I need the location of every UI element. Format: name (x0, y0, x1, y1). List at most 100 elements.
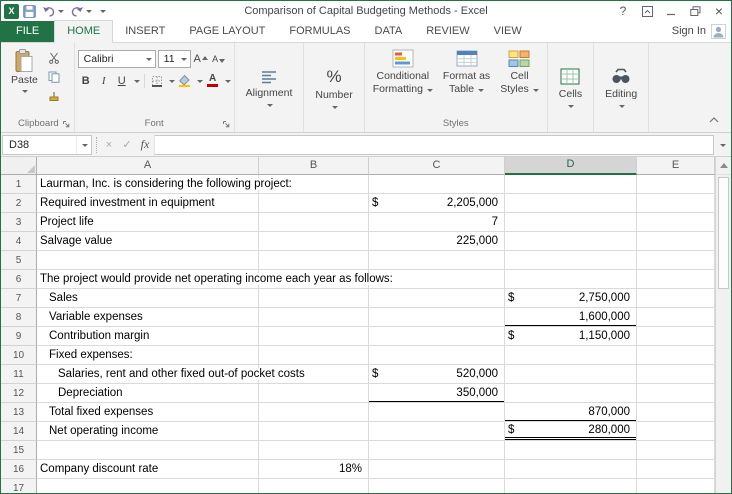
cell-A8[interactable]: Variable expenses (37, 308, 259, 327)
select-all-button[interactable] (1, 157, 37, 175)
font-color-dropdown-arrow[interactable] (224, 79, 231, 86)
font-family-select[interactable]: Calibri (77, 50, 156, 68)
cell-B8[interactable] (259, 308, 369, 327)
cell-C3[interactable]: 7 (369, 213, 505, 232)
cell-C13[interactable] (369, 403, 505, 422)
column-header-D[interactable]: D (505, 157, 637, 175)
cell-C16[interactable] (369, 460, 505, 479)
cell-E14[interactable] (637, 422, 715, 441)
cell-E6[interactable] (637, 270, 715, 289)
cell-E1[interactable] (637, 175, 715, 194)
redo-button[interactable] (68, 5, 94, 18)
cell-C11[interactable]: $520,000 (369, 365, 505, 384)
borders-dropdown-arrow[interactable] (168, 79, 175, 86)
row-header-17[interactable]: 17 (1, 479, 37, 493)
cell-B15[interactable] (259, 441, 369, 460)
cell-D4[interactable] (505, 232, 637, 251)
cell-A7[interactable]: Sales (37, 289, 259, 308)
cell-D13[interactable]: 870,000 (505, 403, 637, 422)
cell-C4[interactable]: 225,000 (369, 232, 505, 251)
cell-E15[interactable] (637, 441, 715, 460)
alignment-button[interactable]: Alignment (238, 45, 301, 132)
cell-B9[interactable] (259, 327, 369, 346)
cell-D3[interactable] (505, 213, 637, 232)
cell-E8[interactable] (637, 308, 715, 327)
cell-A11[interactable]: Salaries, rent and other fixed out-of po… (37, 365, 308, 384)
increase-font-size-button[interactable]: A (193, 51, 209, 68)
cell-D1[interactable] (505, 175, 637, 194)
cell-A4[interactable]: Salvage value (37, 232, 259, 251)
cell-E12[interactable] (637, 384, 715, 403)
cell-D5[interactable] (505, 251, 637, 270)
cell-A3[interactable]: Project life (37, 213, 259, 232)
decrease-font-size-button[interactable]: A (211, 51, 227, 68)
row-header-13[interactable]: 13 (1, 403, 37, 422)
cell-B2[interactable] (259, 194, 369, 213)
tab-view[interactable]: VIEW (482, 20, 534, 42)
format-painter-button[interactable] (45, 88, 63, 103)
tab-file[interactable]: FILE (1, 20, 55, 42)
cell-E10[interactable] (637, 346, 715, 365)
save-button[interactable] (21, 4, 38, 19)
row-header-15[interactable]: 15 (1, 441, 37, 460)
conditional-formatting-button[interactable]: Conditional Formatting (368, 45, 438, 115)
cell-E9[interactable] (637, 327, 715, 346)
cell-D9[interactable]: $1,150,000 (505, 327, 637, 346)
formula-cancel-button[interactable]: × (100, 136, 118, 154)
cell-E5[interactable] (637, 251, 715, 270)
cell-A15[interactable] (37, 441, 259, 460)
column-header-A[interactable]: A (37, 157, 259, 175)
cell-E17[interactable] (637, 479, 715, 493)
customize-quick-access-button[interactable] (96, 7, 108, 15)
cell-B5[interactable] (259, 251, 369, 270)
cell-B17[interactable] (259, 479, 369, 493)
italic-button[interactable]: I (96, 72, 112, 89)
row-header-7[interactable]: 7 (1, 289, 37, 308)
bold-button[interactable]: B (78, 72, 94, 89)
name-box-dropdown[interactable] (76, 135, 91, 154)
cell-B4[interactable] (259, 232, 369, 251)
cell-E7[interactable] (637, 289, 715, 308)
name-box[interactable]: D38 (2, 134, 92, 155)
cell-B3[interactable] (259, 213, 369, 232)
cell-E11[interactable] (637, 365, 715, 384)
row-header-14[interactable]: 14 (1, 422, 37, 441)
tab-data[interactable]: DATA (363, 20, 415, 42)
restore-button[interactable] (683, 2, 707, 20)
minimize-button[interactable] (659, 2, 683, 20)
column-header-C[interactable]: C (369, 157, 505, 175)
row-header-16[interactable]: 16 (1, 460, 37, 479)
cell-A10[interactable]: Fixed expenses: (37, 346, 259, 365)
cell-D10[interactable] (505, 346, 637, 365)
tab-formulas[interactable]: FORMULAS (277, 20, 362, 42)
cell-D6[interactable] (505, 270, 637, 289)
cell-D12[interactable] (505, 384, 637, 403)
row-header-12[interactable]: 12 (1, 384, 37, 403)
cell-C2[interactable]: $2,205,000 (369, 194, 505, 213)
cell-C1[interactable] (369, 175, 505, 194)
cell-D7[interactable]: $2,750,000 (505, 289, 637, 308)
cell-D14[interactable]: $280,000 (505, 422, 637, 441)
tab-insert[interactable]: INSERT (113, 20, 177, 42)
cell-D8[interactable]: 1,600,000 (505, 308, 637, 327)
row-header-5[interactable]: 5 (1, 251, 37, 270)
redo-dropdown-arrow[interactable] (86, 10, 92, 16)
row-header-6[interactable]: 6 (1, 270, 37, 289)
copy-button[interactable] (45, 69, 63, 84)
borders-button[interactable] (149, 72, 165, 89)
cell-E3[interactable] (637, 213, 715, 232)
tab-review[interactable]: REVIEW (414, 20, 481, 42)
cell-E4[interactable] (637, 232, 715, 251)
cell-E13[interactable] (637, 403, 715, 422)
cell-D16[interactable] (505, 460, 637, 479)
cell-A14[interactable]: Net operating income (37, 422, 259, 441)
number-button[interactable]: % Number (307, 45, 360, 132)
cell-D17[interactable] (505, 479, 637, 493)
scroll-thumb[interactable] (718, 177, 729, 289)
row-header-11[interactable]: 11 (1, 365, 37, 384)
editing-button[interactable]: Editing (597, 45, 645, 132)
sign-in-button[interactable]: Sign In (672, 20, 731, 42)
vertical-scrollbar[interactable] (715, 157, 731, 493)
cell-B10[interactable] (259, 346, 369, 365)
cell-D2[interactable] (505, 194, 637, 213)
